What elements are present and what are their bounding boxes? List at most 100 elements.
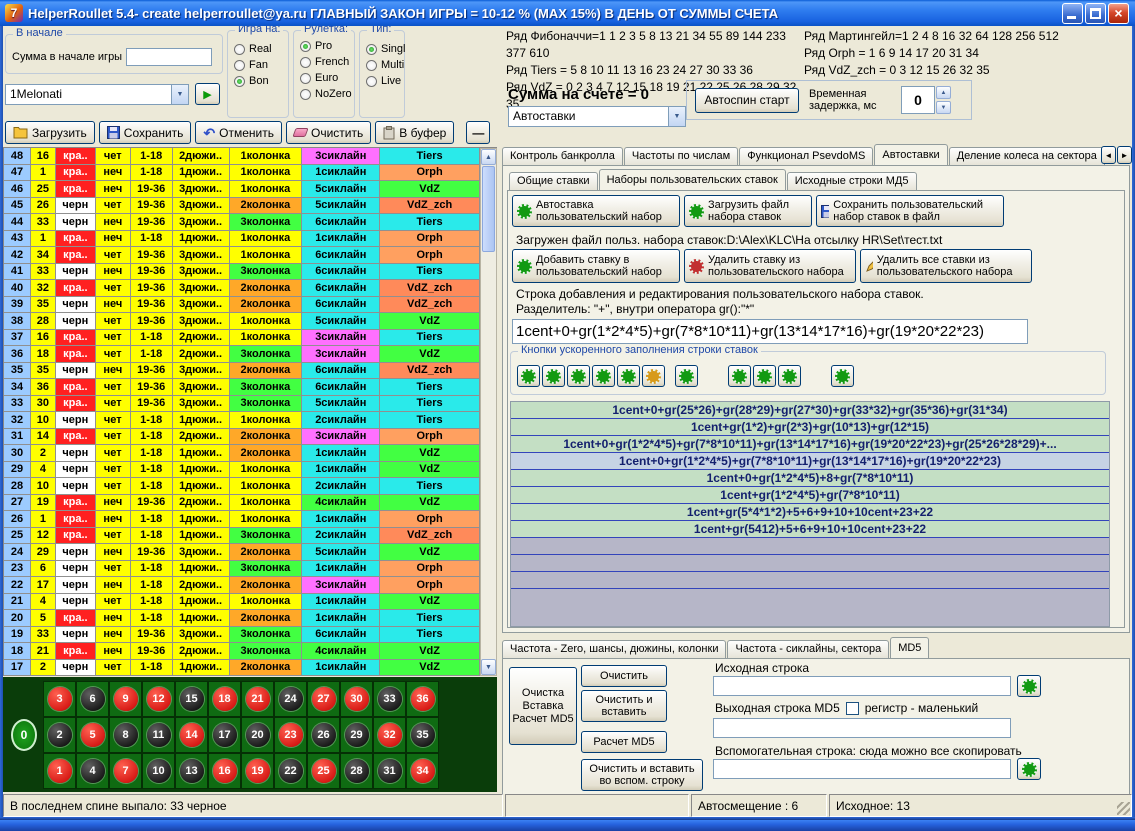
autostake-user-set-button[interactable]: Автоставка пользовательский набор bbox=[512, 195, 680, 227]
board-cell[interactable]: 3 bbox=[43, 681, 76, 717]
profile-combo[interactable]: 1Melonati ▼ bbox=[5, 84, 189, 105]
board-cell[interactable]: 17 bbox=[208, 717, 241, 753]
quick-chip-button-3[interactable] bbox=[592, 365, 615, 387]
board-zero[interactable]: 0 bbox=[11, 719, 37, 751]
board-cell[interactable]: 13 bbox=[175, 753, 208, 789]
copy-buffer-button[interactable]: В буфер bbox=[375, 121, 454, 144]
board-cell[interactable]: 26 bbox=[307, 717, 340, 753]
history-row[interactable]: 3535черннеч19-363дюжи..2колонка6сиклайнV… bbox=[4, 363, 480, 380]
bet-strings-list[interactable]: 1cent+0+gr(25*26)+gr(28*29)+gr(27*30)+gr… bbox=[510, 401, 1110, 627]
board-cell[interactable]: 19 bbox=[241, 753, 274, 789]
history-row[interactable]: 4816кра..чет1-182дюжи..1колонка3сиклайнT… bbox=[4, 148, 480, 165]
history-row[interactable]: 3828чернчет19-363дюжи..1колонка5сиклайнV… bbox=[4, 313, 480, 330]
inner-tab-1[interactable]: Наборы пользовательских ставок bbox=[599, 169, 786, 190]
history-row[interactable]: 3436кра..чет19-363дюжи..3колонка6сиклайн… bbox=[4, 379, 480, 396]
tabs-scroll-left-icon[interactable]: ◄ bbox=[1101, 146, 1116, 164]
quick-chip-button-1[interactable] bbox=[542, 365, 565, 387]
history-row[interactable]: 1933черннеч19-363дюжи..3колонка6сиклайнT… bbox=[4, 627, 480, 644]
quick-chip-button-9[interactable] bbox=[778, 365, 801, 387]
history-row[interactable]: 172чернчет1-181дюжи..2колонка1сиклайнVdZ bbox=[4, 660, 480, 677]
quick-chip-button-5[interactable] bbox=[642, 365, 665, 387]
board-cell[interactable]: 15 bbox=[175, 681, 208, 717]
board-cell[interactable]: 1 bbox=[43, 753, 76, 789]
board-cell[interactable]: 20 bbox=[241, 717, 274, 753]
radio-french[interactable]: French bbox=[294, 54, 354, 70]
board-cell[interactable]: 30 bbox=[340, 681, 373, 717]
quick-chip-button-2[interactable] bbox=[567, 365, 590, 387]
start-sum-input[interactable] bbox=[126, 48, 212, 66]
bet-string-row[interactable]: 1cent+gr(5412)+5+6+9+10+10cent+23+22 bbox=[511, 521, 1109, 538]
history-row[interactable]: 4133черннеч19-363дюжи..3колонка6сиклайнT… bbox=[4, 264, 480, 281]
scroll-down-icon[interactable]: ▼ bbox=[481, 659, 496, 675]
board-cell[interactable]: 9 bbox=[109, 681, 142, 717]
undo-button[interactable]: ↶ Отменить bbox=[195, 121, 282, 144]
add-stake-button[interactable]: Добавить ставку в пользовательский набор bbox=[512, 249, 680, 283]
remove-all-stakes-button[interactable]: Удалить все ставки из пользовательского … bbox=[860, 249, 1032, 283]
radio-euro[interactable]: Euro bbox=[294, 70, 354, 86]
board-cell[interactable]: 22 bbox=[274, 753, 307, 789]
board-cell[interactable]: 24 bbox=[274, 681, 307, 717]
history-row[interactable]: 471кра..неч1-181дюжи..1колонка1сиклайнOr… bbox=[4, 165, 480, 182]
main-tab-4[interactable]: Деление колеса на сектора bbox=[949, 147, 1105, 165]
main-tab-3[interactable]: Автоставки bbox=[874, 144, 947, 165]
board-cell[interactable]: 16 bbox=[208, 753, 241, 789]
quick-chip-button-7[interactable] bbox=[728, 365, 751, 387]
board-cell[interactable]: 12 bbox=[142, 681, 175, 717]
tabs-scroll-right-icon[interactable]: ► bbox=[1117, 146, 1132, 164]
board-cell[interactable]: 35 bbox=[406, 717, 439, 753]
history-row[interactable]: 4433черннеч19-363дюжи..3колонка6сиклайнT… bbox=[4, 214, 480, 231]
quick-chip-button-4[interactable] bbox=[617, 365, 640, 387]
history-row[interactable]: 3716кра..чет1-182дюжи..1колонка3сиклайнT… bbox=[4, 330, 480, 347]
inner-tab-2[interactable]: Исходные строки МД5 bbox=[787, 172, 917, 190]
load-set-file-button[interactable]: Загрузить файл набора ставок bbox=[684, 195, 812, 227]
history-row[interactable]: 214чернчет1-181дюжи..1колонка1сиклайнVdZ bbox=[4, 594, 480, 611]
history-row[interactable]: 2719кра..неч19-362дюжи..1колонка4сиклайн… bbox=[4, 495, 480, 512]
radio-live[interactable]: Live bbox=[360, 73, 404, 89]
board-cell[interactable]: 14 bbox=[175, 717, 208, 753]
history-row[interactable]: 1821кра..неч19-362дюжи..3колонка4сиклайн… bbox=[4, 643, 480, 660]
md5-clear-paste-button[interactable]: Очистить и вставить bbox=[581, 690, 667, 722]
board-cell[interactable]: 8 bbox=[109, 717, 142, 753]
radio-multi[interactable]: Multi bbox=[360, 57, 404, 73]
history-row[interactable]: 3618кра..чет1-182дюжи..3колонка3сиклайнV… bbox=[4, 346, 480, 363]
md5-out-input[interactable] bbox=[713, 718, 1011, 738]
history-row[interactable]: 4625кра..неч19-363дюжи..1колонка5сиклайн… bbox=[4, 181, 480, 198]
history-row[interactable]: 3935черннеч19-363дюжи..2колонка6сиклайнV… bbox=[4, 297, 480, 314]
collapse-button[interactable]: — bbox=[466, 121, 490, 144]
history-row[interactable]: 261кра..неч1-181дюжи..1колонка1сиклайнOr… bbox=[4, 511, 480, 528]
radio-nozero[interactable]: NoZero bbox=[294, 86, 354, 102]
board-cell[interactable]: 7 bbox=[109, 753, 142, 789]
save-set-file-button[interactable]: Сохранить пользовательский набор ставок … bbox=[816, 195, 1004, 227]
clear-button[interactable]: Очистить bbox=[286, 121, 371, 144]
history-row[interactable]: 3210чернчет1-181дюжи..1колонка2сиклайнTi… bbox=[4, 412, 480, 429]
bet-string-row[interactable]: 1cent+gr(1*2*4*5)+gr(7*8*10*11) bbox=[511, 487, 1109, 504]
md5-aux-chip-button[interactable] bbox=[1017, 758, 1041, 780]
board-cell[interactable]: 5 bbox=[76, 717, 109, 753]
md5-source-chip-button[interactable] bbox=[1017, 675, 1041, 697]
spin-history-table[interactable]: 4816кра..чет1-182дюжи..1колонка3сиклайнT… bbox=[3, 147, 497, 676]
board-cell[interactable]: 31 bbox=[373, 753, 406, 789]
board-cell[interactable]: 10 bbox=[142, 753, 175, 789]
autostakes-combo[interactable]: Автоставки ▼ bbox=[508, 106, 686, 127]
radio-singl[interactable]: Singl bbox=[360, 41, 404, 57]
board-cell[interactable]: 36 bbox=[406, 681, 439, 717]
start-button[interactable]: ▶ bbox=[195, 83, 220, 105]
board-cell[interactable]: 32 bbox=[373, 717, 406, 753]
history-row[interactable]: 205кра..неч1-181дюжи..2колонка1сиклайнTi… bbox=[4, 610, 480, 627]
history-row[interactable]: 2810чернчет1-181дюжи..1колонка2сиклайнTi… bbox=[4, 478, 480, 495]
radio-bon[interactable]: Bon bbox=[228, 73, 288, 89]
md5-calc-button[interactable]: Расчет MD5 bbox=[581, 731, 667, 753]
board-cell[interactable]: 18 bbox=[208, 681, 241, 717]
main-tab-1[interactable]: Частоты по числам bbox=[624, 147, 738, 165]
quick-chip-button-10[interactable] bbox=[831, 365, 854, 387]
history-row[interactable]: 2429черннеч19-363дюжи..2колонка5сиклайнV… bbox=[4, 544, 480, 561]
autospin-start-button[interactable]: Автоспин старт bbox=[695, 88, 799, 113]
quick-chip-button-8[interactable] bbox=[753, 365, 776, 387]
history-row[interactable]: 3330кра..чет19-363дюжи..3колонка5сиклайн… bbox=[4, 396, 480, 413]
radio-fan[interactable]: Fan bbox=[228, 57, 288, 73]
inner-tab-0[interactable]: Общие ставки bbox=[509, 172, 598, 190]
board-cell[interactable]: 23 bbox=[274, 717, 307, 753]
history-row[interactable]: 4032кра..чет19-363дюжи..2колонка6сиклайн… bbox=[4, 280, 480, 297]
bet-edit-input[interactable] bbox=[512, 319, 1028, 344]
radio-pro[interactable]: Pro bbox=[294, 38, 354, 54]
